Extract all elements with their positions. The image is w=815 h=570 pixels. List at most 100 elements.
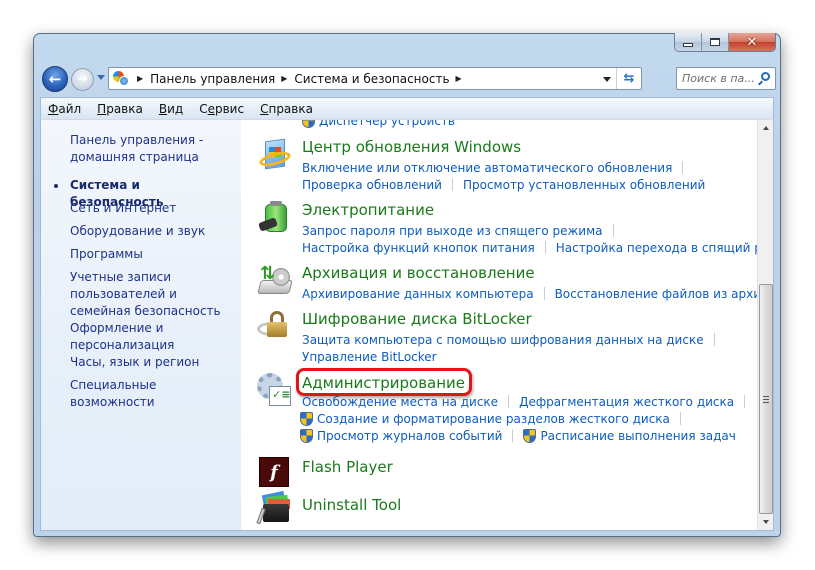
- category-title-flash-player[interactable]: Flash Player: [302, 458, 393, 476]
- protect-computer-encryption-link[interactable]: Защита компьютера с помощью шифрования д…: [302, 333, 704, 347]
- device-manager-link[interactable]: Диспетчер устройств: [319, 120, 455, 128]
- flash-player-icon[interactable]: f: [257, 455, 293, 491]
- link-row: Архивирование данных компьютера Восстано…: [302, 285, 773, 302]
- refresh-icon: ⇆: [623, 71, 635, 86]
- link-row: Просмотр журналов событий Расписание вып…: [300, 427, 736, 444]
- backup-restore-icon[interactable]: ⇅: [257, 262, 293, 298]
- sidebar-item-appearance[interactable]: Оформление и персонализация: [70, 320, 180, 354]
- menu-tools[interactable]: Сервис: [199, 102, 244, 116]
- category-title-backup-restore[interactable]: Архивация и восстановление: [302, 264, 535, 282]
- scroll-thumb[interactable]: [759, 284, 773, 514]
- require-password-wakeup-link[interactable]: Запрос пароля при выходе из спящего режи…: [302, 224, 603, 238]
- windows-update-icon[interactable]: [257, 138, 293, 174]
- link-separator: [451, 178, 453, 191]
- link-row: Настройка функций кнопок питания Настрой…: [302, 239, 773, 256]
- create-format-partitions-link[interactable]: Создание и форматирование разделов жестк…: [317, 412, 670, 426]
- back-button[interactable]: ←: [42, 66, 68, 92]
- uac-shield-icon: [302, 120, 315, 128]
- link-separator: [713, 333, 715, 346]
- uac-shield-icon: [523, 428, 537, 443]
- forward-button[interactable]: →: [71, 68, 94, 91]
- content-area: Панель управления - домашняя страница Си…: [40, 119, 774, 531]
- view-installed-updates-link[interactable]: Просмотр установленных обновлений: [463, 178, 705, 192]
- uac-shield-icon: [300, 411, 313, 426]
- scroll-up-button[interactable]: [758, 120, 773, 136]
- breadcrumb-system-security[interactable]: Система и безопасность: [294, 72, 449, 86]
- link-separator: [512, 429, 514, 442]
- maximize-button[interactable]: [702, 33, 729, 51]
- address-bar[interactable]: ▶ Панель управления ▶ Система и безопасн…: [108, 67, 642, 90]
- minimize-button[interactable]: [675, 33, 702, 51]
- check-updates-link[interactable]: Проверка обновлений: [302, 178, 442, 192]
- search-box: [676, 67, 776, 90]
- navigation-bar: ← → ▶ Панель управления ▶ Система и безо…: [40, 65, 776, 93]
- scroll-down-button[interactable]: [758, 514, 773, 530]
- link-separator: [543, 287, 545, 300]
- sidebar-item-control-panel-home[interactable]: Панель управления - домашняя страница: [70, 132, 235, 166]
- maximize-icon: [710, 38, 720, 46]
- sidebar-item-hardware-sound[interactable]: Оборудование и звук: [70, 223, 235, 240]
- search-input[interactable]: [682, 72, 758, 85]
- view-event-logs-link[interactable]: Просмотр журналов событий: [317, 429, 502, 443]
- breadcrumb-arrow-icon[interactable]: ▶: [137, 74, 143, 83]
- defragment-disk-link[interactable]: Дефрагментация жесткого диска: [519, 395, 734, 409]
- schedule-tasks-link[interactable]: Расписание выполнения задач: [540, 429, 735, 443]
- link-separator: [544, 241, 546, 254]
- minimize-icon: [683, 42, 693, 47]
- menu-view[interactable]: Вид: [159, 102, 183, 116]
- sleep-settings-link[interactable]: Настройка перехода в спящий режим: [556, 241, 773, 255]
- link-row: Управление BitLocker: [302, 348, 437, 365]
- link-row: Создание и форматирование разделов жестк…: [300, 410, 691, 427]
- category-title-power-options[interactable]: Электропитание: [302, 201, 434, 219]
- menu-help[interactable]: Справка: [260, 102, 313, 116]
- grip-icon: [763, 395, 769, 403]
- power-options-icon[interactable]: [257, 200, 293, 236]
- link-separator: [612, 224, 614, 237]
- sidebar-item-network-internet[interactable]: Сеть и Интернет: [70, 200, 235, 217]
- recent-pages-dropdown[interactable]: [97, 75, 105, 80]
- uac-shield-icon: [300, 428, 313, 443]
- uninstall-tool-icon[interactable]: [256, 490, 293, 526]
- breadcrumb-control-panel[interactable]: Панель управления: [150, 72, 275, 86]
- vertical-scrollbar[interactable]: [757, 120, 773, 530]
- backup-computer-link[interactable]: Архивирование данных компьютера: [302, 287, 534, 301]
- link-row: Освобождение места на диске Дефрагментац…: [302, 393, 755, 410]
- address-dropdown-icon[interactable]: [603, 77, 611, 82]
- category-title-administrative-tools[interactable]: Администрирование: [302, 374, 465, 392]
- restore-files-link[interactable]: Восстановление файлов из архива: [555, 287, 773, 301]
- power-buttons-link[interactable]: Настройка функций кнопок питания: [302, 241, 535, 255]
- close-button[interactable]: ✕: [729, 33, 775, 51]
- sidebar-item-clock-language[interactable]: Часы, язык и регион: [70, 354, 235, 371]
- caption-buttons: ✕: [674, 33, 776, 52]
- breadcrumb-arrow-icon[interactable]: ▶: [281, 74, 287, 83]
- sidebar-item-user-accounts[interactable]: Учетные записи пользователей и семейная …: [70, 269, 230, 320]
- sidebar: Панель управления - домашняя страница Си…: [41, 120, 241, 530]
- search-icon[interactable]: [757, 72, 770, 86]
- close-icon: ✕: [746, 34, 758, 50]
- sidebar-item-ease-of-access[interactable]: Специальные возможности: [70, 377, 235, 411]
- administrative-tools-icon[interactable]: ✓≡: [257, 373, 293, 409]
- bitlocker-icon[interactable]: [257, 310, 293, 346]
- category-title-uninstall-tool[interactable]: Uninstall Tool: [302, 496, 401, 514]
- free-disk-space-link[interactable]: Освобождение места на диске: [302, 395, 498, 409]
- link-separator: [682, 161, 684, 174]
- link-separator: [679, 412, 681, 425]
- link-row: Включение или отключение автоматического…: [302, 159, 693, 176]
- control-panel-window: ✕ ← → ▶ Панель управления ▶ Система и бе…: [33, 33, 781, 537]
- menu-file[interactable]: Файл: [48, 102, 81, 116]
- sidebar-item-programs[interactable]: Программы: [70, 246, 235, 263]
- arrow-right-icon: →: [77, 72, 88, 87]
- menu-edit[interactable]: Правка: [97, 102, 143, 116]
- main-pane: Диспетчер устройств Центр обновления Win…: [241, 120, 773, 530]
- category-title-windows-update[interactable]: Центр обновления Windows: [302, 138, 521, 156]
- control-panel-icon: [113, 70, 131, 87]
- category-title-bitlocker[interactable]: Шифрование диска BitLocker: [302, 310, 532, 328]
- current-item-bullet: [54, 184, 58, 188]
- arrow-left-icon: ←: [48, 70, 62, 88]
- auto-update-toggle-link[interactable]: Включение или отключение автоматического…: [302, 161, 672, 175]
- manage-bitlocker-link[interactable]: Управление BitLocker: [302, 350, 437, 364]
- link-row: Проверка обновлений Просмотр установленн…: [302, 176, 705, 193]
- refresh-button[interactable]: ⇆: [619, 70, 639, 87]
- breadcrumb-arrow-icon[interactable]: ▶: [456, 74, 462, 83]
- menu-bar: Файл Правка Вид Сервис Справка: [40, 97, 774, 119]
